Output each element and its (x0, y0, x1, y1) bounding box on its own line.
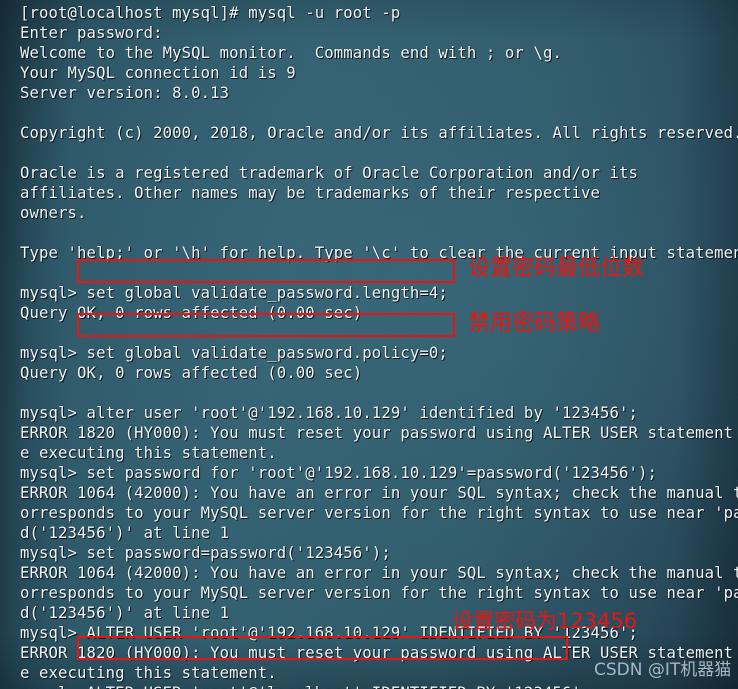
terminal-line: ERROR 1064 (42000): You have an error in… (20, 564, 738, 582)
terminal-window: [root@localhost mysql]# mysql -u root -p… (0, 0, 738, 689)
terminal-line: mysql> alter user 'root'@'192.168.10.129… (20, 404, 639, 422)
terminal-line: owners. (20, 204, 87, 222)
terminal-output[interactable]: [root@localhost mysql]# mysql -u root -p… (0, 0, 738, 689)
terminal-line: d('123456')' at line 1 (20, 524, 230, 542)
terminal-line: e executing this statement. (20, 444, 277, 462)
terminal-line: ERROR 1064 (42000): You have an error in… (20, 484, 738, 502)
terminal-line: mysql> ALTER USER 'root'@'localhost' IDE… (20, 683, 591, 689)
terminal-line: Your MySQL connection id is 9 (20, 64, 296, 82)
terminal-line: orresponds to your MySQL server version … (20, 504, 738, 522)
terminal-line: Server version: 8.0.13 (20, 84, 230, 102)
annotation-text: 设置密码为123456 (452, 609, 638, 633)
terminal-line: Query OK, 0 rows affected (0.00 sec) (20, 304, 363, 322)
terminal-line: Welcome to the MySQL monitor. Commands e… (20, 44, 562, 62)
terminal-line: affiliates. Other names may be trademark… (20, 184, 601, 202)
terminal-line: Query OK, 0 rows affected (0.00 sec) (20, 364, 363, 382)
csdn-watermark: CSDN @IT机器猫 (594, 660, 732, 680)
terminal-line: Oracle is a registered trademark of Orac… (20, 164, 639, 182)
terminal-line: mysql> set global validate_password.leng… (20, 284, 448, 302)
terminal-line: d('123456')' at line 1 (20, 604, 230, 622)
terminal-line: [root@localhost mysql]# mysql -u root -p (20, 4, 401, 22)
annotation-text: 禁用密码策略 (468, 311, 601, 336)
annotation-text: 设置密码最低位数 (468, 256, 645, 281)
terminal-line: e executing this statement. (20, 664, 277, 682)
terminal-line: Enter password: (20, 24, 163, 42)
terminal-line: orresponds to your MySQL server version … (20, 584, 738, 602)
terminal-line: mysql> set password for 'root'@'192.168.… (20, 464, 658, 482)
terminal-line: mysql> set password=password('123456'); (20, 544, 391, 562)
terminal-line: ERROR 1820 (HY000): You must reset your … (20, 424, 738, 442)
terminal-line: mysql> set global validate_password.poli… (20, 344, 448, 362)
terminal-line: Copyright (c) 2000, 2018, Oracle and/or … (20, 124, 738, 142)
